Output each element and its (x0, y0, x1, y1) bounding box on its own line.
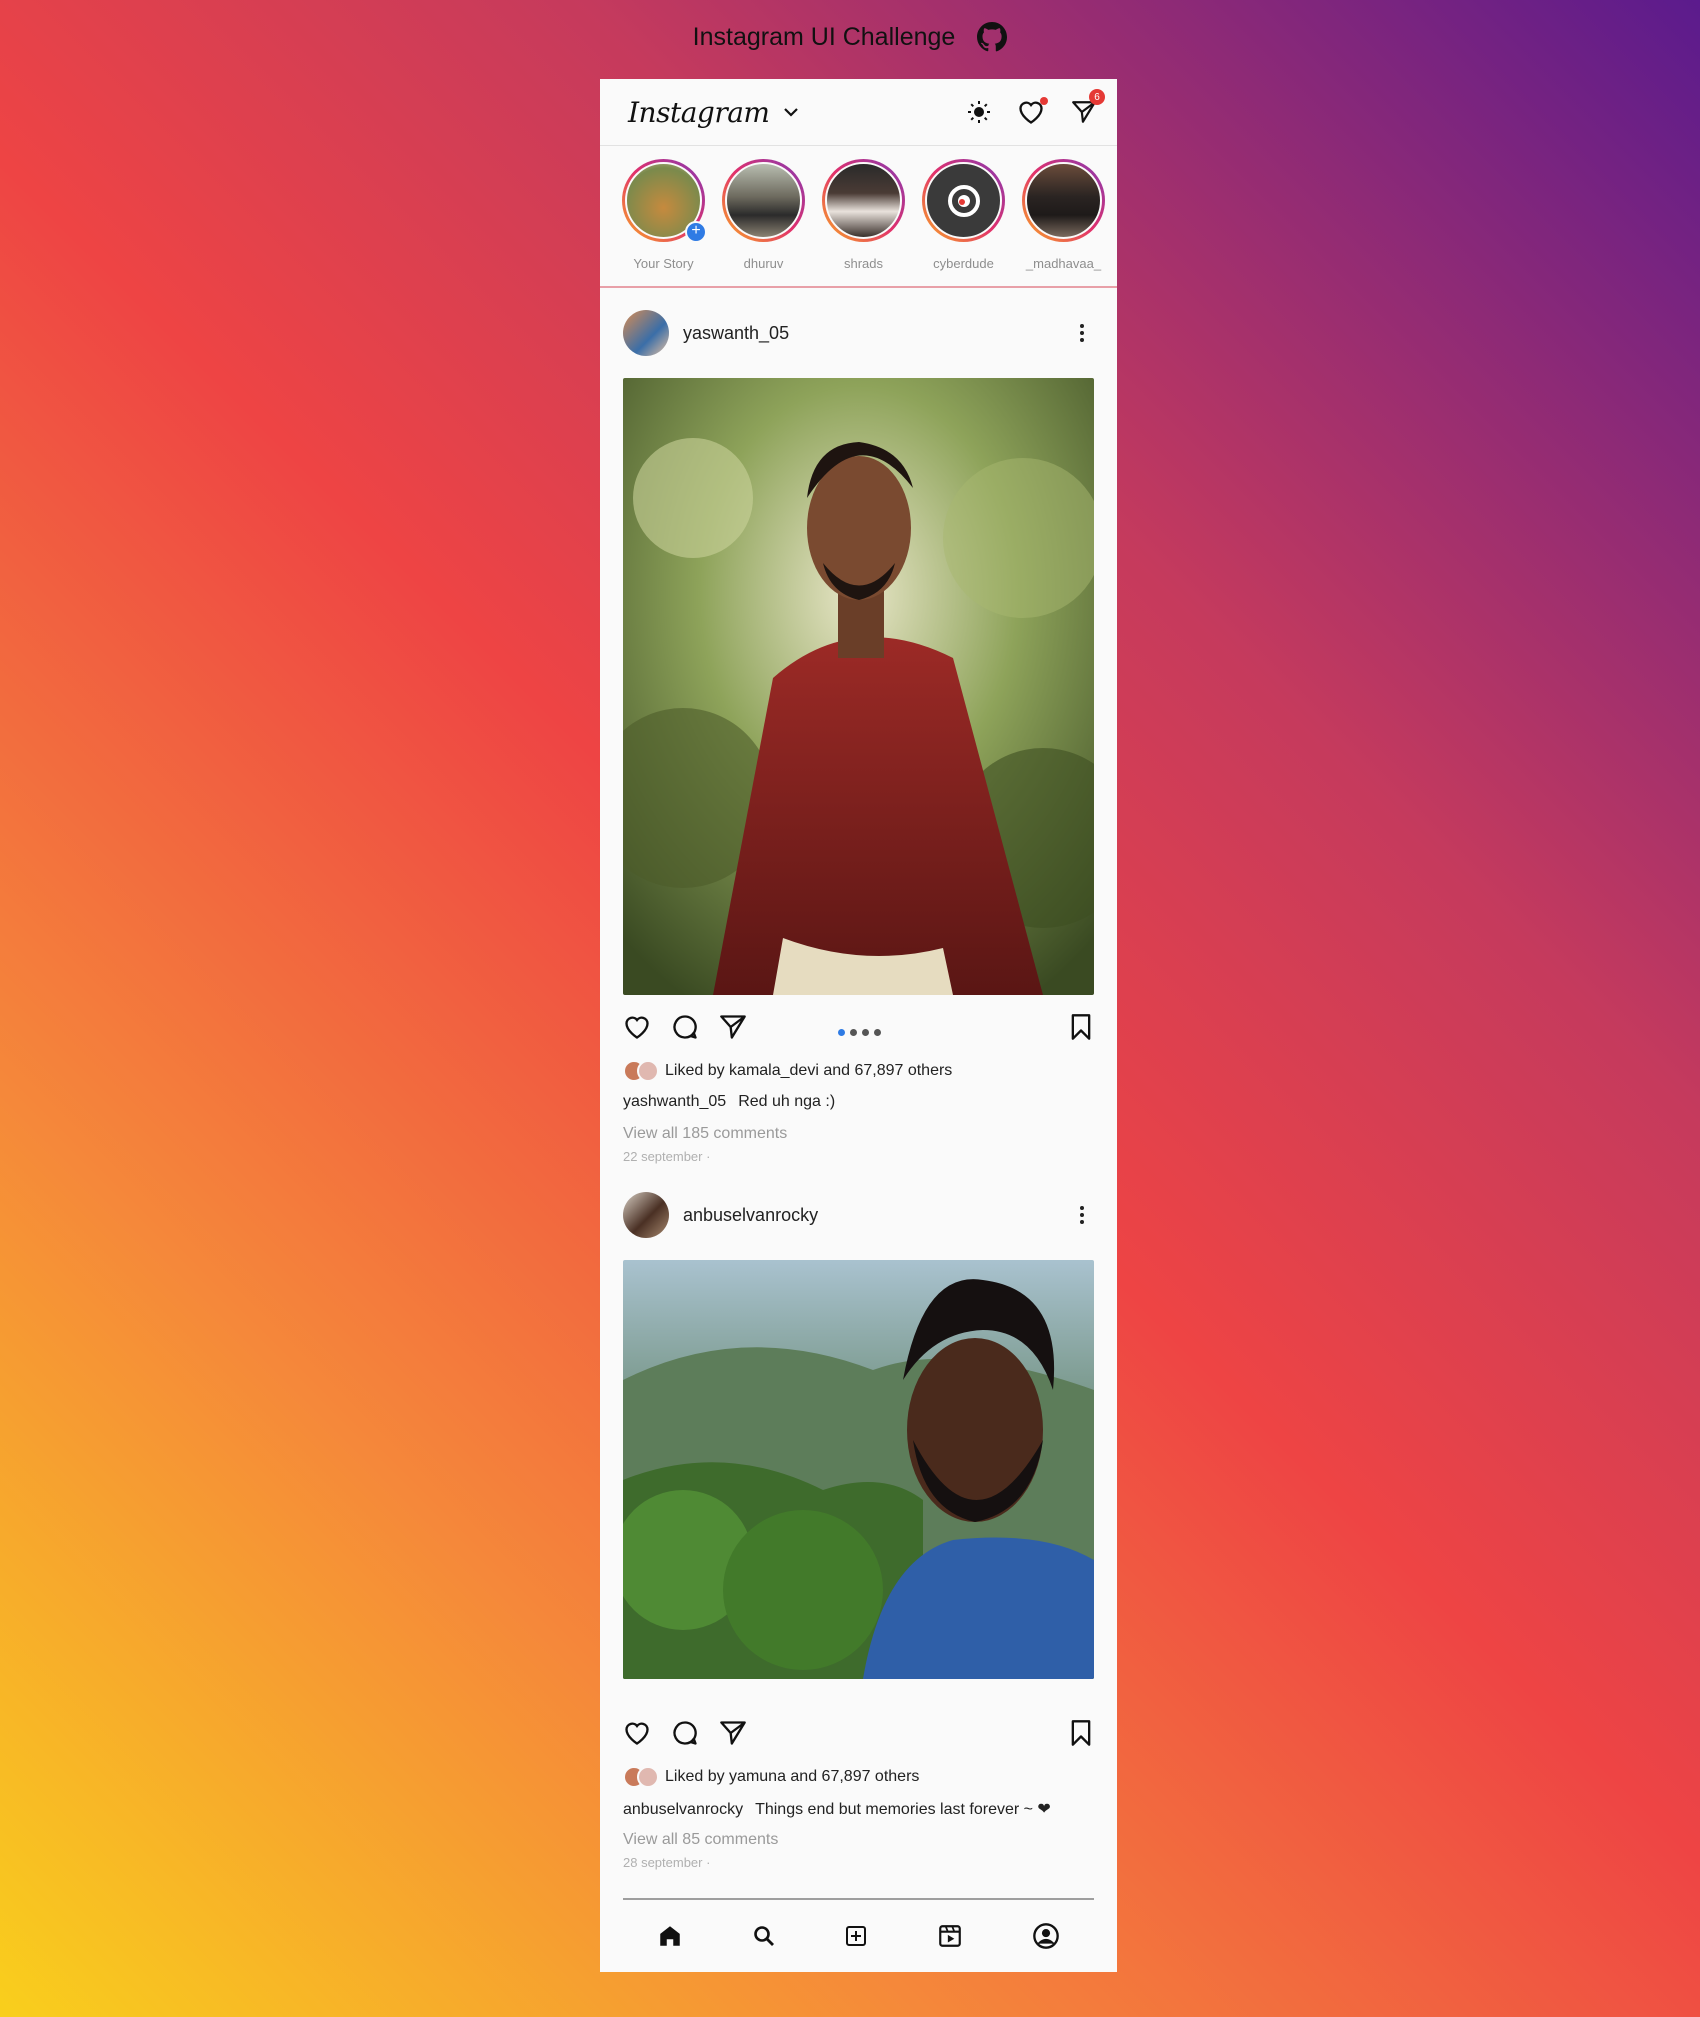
comment-icon[interactable] (671, 1013, 699, 1041)
post-caption: anbuselvanrocky Things end but memories l… (623, 1799, 1094, 1823)
more-options-icon[interactable] (1080, 1206, 1084, 1224)
cyberdude-logo-icon (947, 184, 980, 217)
post-username[interactable]: yaswanth_05 (683, 323, 789, 344)
message-badge: 6 (1089, 89, 1105, 105)
like-heart-icon[interactable] (623, 1014, 651, 1040)
likes-row: Liked by kamala_devi and 67,897 others (623, 1059, 1094, 1083)
story-madhavaa[interactable]: _madhavaa_ (1022, 159, 1105, 286)
story-dhuruv[interactable]: dhuruv (722, 159, 805, 286)
share-icon[interactable] (719, 1013, 747, 1041)
caption-username[interactable]: anbuselvanrocky (623, 1801, 743, 1818)
story-cyberdude[interactable]: cyberdude (922, 159, 1005, 286)
post-header: yaswanth_05 (623, 288, 1094, 378)
reels-icon[interactable] (937, 1923, 963, 1949)
post-actions (623, 995, 1094, 1059)
post-card: yaswanth_05 Liked by kamala_devi and 67,… (600, 288, 1117, 1164)
like-heart-icon[interactable] (623, 1720, 651, 1746)
chevron-down-icon[interactable] (783, 107, 799, 117)
search-icon[interactable] (752, 1924, 776, 1948)
post-username[interactable]: anbuselvanrocky (683, 1205, 818, 1226)
caption-username[interactable]: yashwanth_05 (623, 1093, 726, 1110)
liked-by-text[interactable]: Liked by yamuna and 67,897 others (665, 1768, 919, 1786)
post-image[interactable] (623, 378, 1094, 995)
story-label: shrads (843, 256, 884, 271)
post-image[interactable] (623, 1260, 1094, 1679)
share-icon[interactable] (719, 1719, 747, 1747)
post-date: 28 september · (623, 1855, 711, 1870)
carousel-indicator (838, 1029, 881, 1036)
post-date: 22 september · (623, 1149, 711, 1164)
likes-row: Liked by yamuna and 67,897 others (623, 1765, 1094, 1789)
story-label: _madhavaa_ (1025, 256, 1102, 271)
story-shrads[interactable]: shrads (822, 159, 905, 286)
post-actions (623, 1679, 1094, 1765)
app-header: Instagram 6 (600, 79, 1117, 146)
sun-icon[interactable] (967, 100, 991, 124)
post-caption: yashwanth_05 Red uh nga :) (623, 1093, 1094, 1117)
more-options-icon[interactable] (1080, 324, 1084, 342)
github-icon[interactable] (977, 22, 1008, 52)
avatar[interactable] (623, 1192, 669, 1238)
caption-text: Red uh nga :) (738, 1093, 836, 1110)
view-comments-link[interactable]: View all 185 comments (623, 1125, 1094, 1143)
notification-dot (1040, 97, 1048, 105)
profile-icon[interactable] (1032, 1922, 1060, 1950)
view-comments-link[interactable]: View all 85 comments (623, 1831, 1094, 1849)
liked-by-text[interactable]: Liked by kamala_devi and 67,897 others (665, 1062, 952, 1080)
post-header: anbuselvanrocky (623, 1170, 1094, 1260)
direct-message-icon[interactable]: 6 (1071, 89, 1105, 125)
bookmark-icon[interactable] (1069, 1013, 1093, 1041)
story-your-story[interactable]: + Your Story (622, 159, 707, 286)
phone-frame: Instagram 6 + Your Story dhuruv shrads c… (600, 79, 1117, 1972)
post-card: anbuselvanrocky Liked by yamuna and 67,8… (600, 1170, 1117, 1870)
liker-avatars (623, 1766, 659, 1788)
add-story-icon[interactable]: + (685, 221, 707, 243)
add-post-icon[interactable] (844, 1924, 868, 1948)
story-label: cyberdude (933, 256, 994, 271)
liker-avatars (623, 1060, 659, 1082)
avatar[interactable] (623, 310, 669, 356)
heart-icon[interactable] (1017, 97, 1048, 125)
instagram-logo[interactable]: Instagram (628, 96, 770, 129)
bottom-nav (623, 1898, 1094, 1972)
home-icon[interactable] (657, 1923, 683, 1949)
bookmark-icon[interactable] (1069, 1719, 1093, 1747)
stories-bar: + Your Story dhuruv shrads cyberdude _ma… (600, 146, 1117, 288)
caption-text: Things end but memories last forever ~ ❤ (755, 1801, 1051, 1818)
story-label: Your Story (633, 256, 694, 271)
page-header: Instagram UI Challenge (0, 22, 1700, 52)
story-label: dhuruv (743, 256, 784, 271)
comment-icon[interactable] (671, 1719, 699, 1747)
page-title: Instagram UI Challenge (692, 22, 956, 51)
